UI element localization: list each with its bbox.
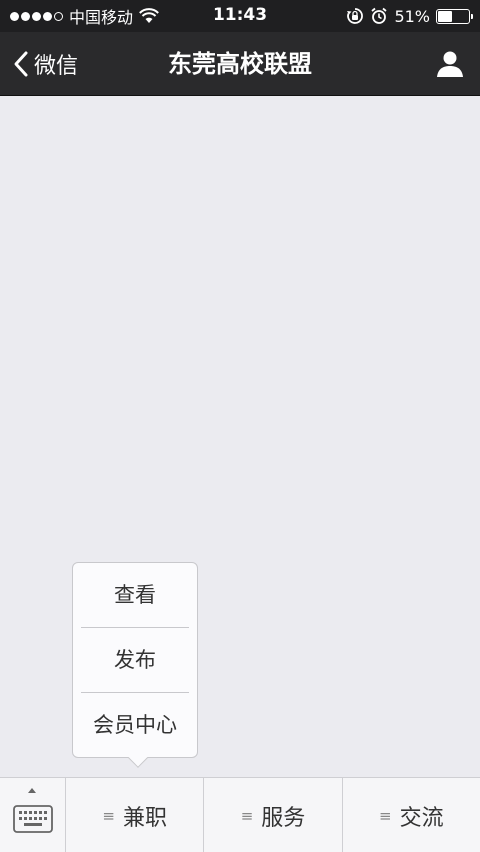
navigation-bar: 微信 东莞高校联盟 <box>0 32 480 96</box>
profile-button[interactable] <box>430 46 470 82</box>
submenu-popup: 查看 发布 会员中心 <box>72 562 198 768</box>
menu-lines-icon: ≡ <box>379 806 392 825</box>
menu-button-exchange[interactable]: ≡ 交流 <box>343 778 480 852</box>
keyboard-icon <box>12 804 53 833</box>
menu-label: 服务 <box>261 805 306 831</box>
menu-lines-icon: ≡ <box>240 806 254 825</box>
menu-label: 交流 <box>399 805 444 831</box>
back-button[interactable]: 微信 <box>12 32 78 96</box>
menu-label: 兼职 <box>122 805 167 831</box>
menu-button-services[interactable]: ≡ 服务 <box>204 778 343 852</box>
caret-up-icon <box>28 788 36 793</box>
submenu-item-member-center[interactable]: 会员中心 <box>73 693 197 757</box>
chevron-left-icon <box>14 51 28 77</box>
status-bar: 中国移动 11:43 51% <box>0 0 480 32</box>
battery-percent: 51% <box>394 6 430 26</box>
menu-lines-icon: ≡ <box>102 806 115 825</box>
rotation-lock-icon <box>347 8 364 24</box>
bottom-menu-bar: ≡ 兼职 ≡ 服务 ≡ 交流 <box>0 777 480 852</box>
back-label: 微信 <box>34 54 79 79</box>
battery-fill <box>438 10 453 22</box>
person-icon <box>437 51 463 77</box>
submenu-item-view[interactable]: 查看 <box>73 563 197 627</box>
status-right: 51% <box>346 6 473 26</box>
menu-button-part-time[interactable]: ≡ 兼职 <box>66 778 205 852</box>
battery-icon <box>436 8 473 24</box>
submenu-item-publish[interactable]: 发布 <box>73 628 197 692</box>
keyboard-toggle-button[interactable] <box>0 778 66 852</box>
alarm-icon <box>371 7 388 24</box>
